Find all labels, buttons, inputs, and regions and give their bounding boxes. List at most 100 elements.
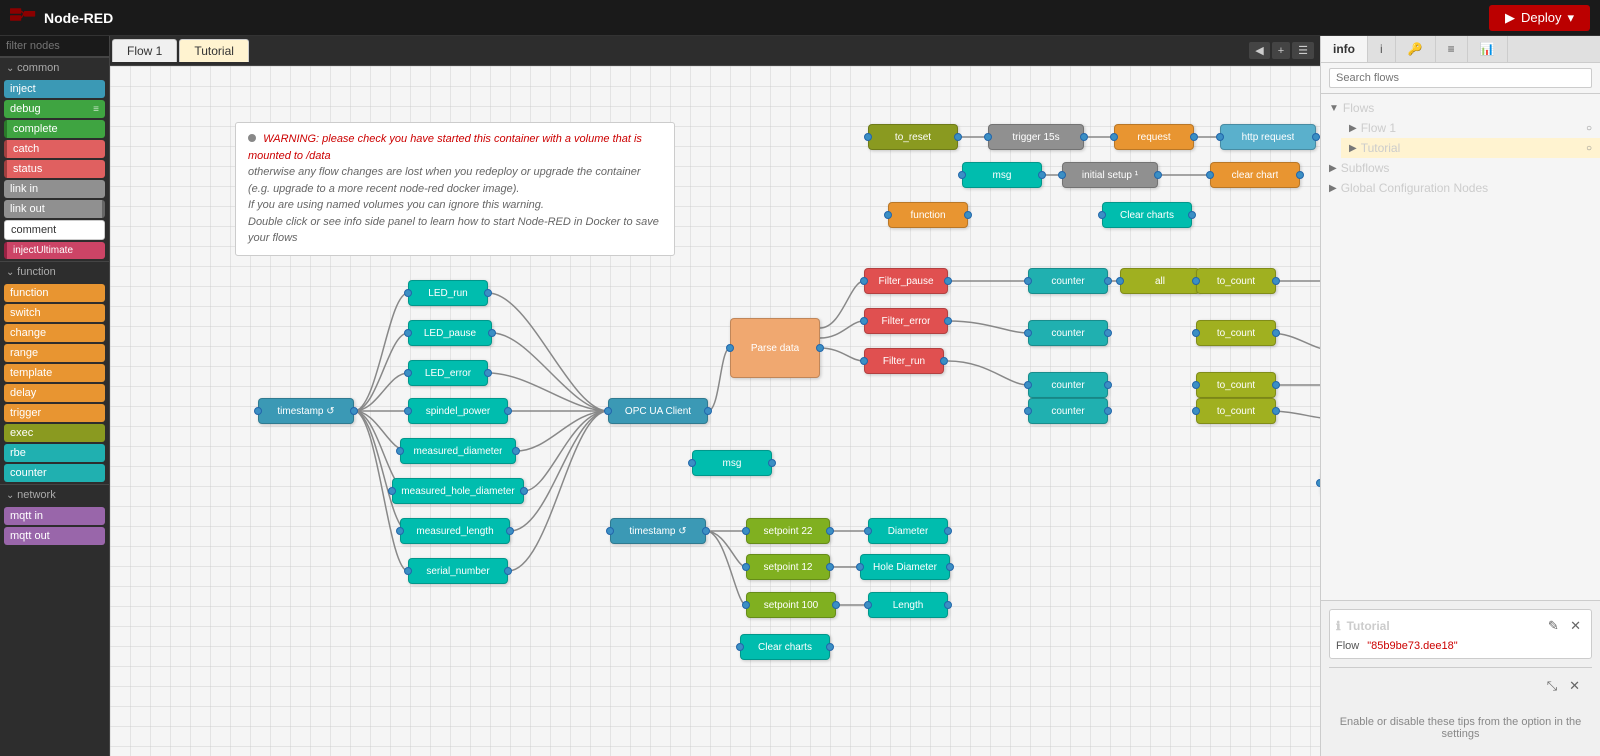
node-Diameter[interactable]: Diameter bbox=[868, 518, 948, 544]
mqtt-in-node[interactable]: mqtt in bbox=[4, 507, 105, 525]
port-output bbox=[944, 601, 952, 609]
edit-info-button[interactable]: ✎ bbox=[1544, 616, 1563, 636]
node-Filter_error[interactable]: Filter_error bbox=[864, 308, 948, 334]
tutorial-info: ℹ Tutorial ✎ ✕ Flow "85b9be73.dee18" bbox=[1329, 609, 1592, 659]
node-function1[interactable]: function bbox=[888, 202, 968, 228]
node-Hole_Diameter[interactable]: Hole Diameter bbox=[860, 554, 950, 580]
inject-node[interactable]: inject bbox=[4, 80, 105, 98]
trigger-node[interactable]: trigger bbox=[4, 404, 105, 422]
global-config-section[interactable]: ▶ Global Configuration Nodes bbox=[1321, 178, 1600, 198]
port-output bbox=[944, 317, 952, 325]
node-Filter_run[interactable]: Filter_run bbox=[864, 348, 944, 374]
comment-node[interactable]: comment bbox=[4, 220, 105, 240]
tutorial-item[interactable]: ▶ Tutorial ○ bbox=[1341, 138, 1600, 158]
node-to_count4[interactable]: to_count bbox=[1196, 398, 1276, 424]
counter-node[interactable]: counter bbox=[4, 464, 105, 482]
port-input bbox=[864, 527, 872, 535]
delay-node[interactable]: delay bbox=[4, 384, 105, 402]
node-serial_number[interactable]: serial_number bbox=[408, 558, 508, 584]
node-counter2[interactable]: counter bbox=[1028, 320, 1108, 346]
node-initial_setup[interactable]: initial setup ¹ bbox=[1062, 162, 1158, 188]
node-setpoint12[interactable]: setpoint 12 bbox=[746, 554, 830, 580]
port-output bbox=[946, 563, 954, 571]
node-setpoint22[interactable]: setpoint 22 bbox=[746, 518, 830, 544]
subflows-section[interactable]: ▶ Subflows bbox=[1321, 158, 1600, 178]
node-measured_length[interactable]: measured_length bbox=[400, 518, 510, 544]
template-node[interactable]: template bbox=[4, 364, 105, 382]
port-output bbox=[944, 277, 952, 285]
node-LED_error[interactable]: LED_error bbox=[408, 360, 488, 386]
node-to_reset[interactable]: to_reset bbox=[868, 124, 958, 150]
node-msg2[interactable]: msg bbox=[692, 450, 772, 476]
filter-nodes-input[interactable] bbox=[0, 36, 109, 57]
flow1-item[interactable]: ▶ Flow 1 ○ bbox=[1341, 118, 1600, 138]
tab-chart[interactable]: 📊 bbox=[1468, 36, 1508, 62]
tab-tutorial[interactable]: Tutorial bbox=[179, 39, 249, 62]
node-request[interactable]: request bbox=[1114, 124, 1194, 150]
node-msg1[interactable]: msg bbox=[962, 162, 1042, 188]
change-node[interactable]: change bbox=[4, 324, 105, 342]
menu-tab-button[interactable]: ☰ bbox=[1292, 42, 1314, 59]
search-flows-input[interactable] bbox=[1329, 68, 1592, 88]
node-to_count3[interactable]: to_count bbox=[1196, 372, 1276, 398]
node-opc_ua_client[interactable]: OPC UA Client bbox=[608, 398, 708, 424]
node-timestamp2[interactable]: timestamp ↺ bbox=[610, 518, 706, 544]
exec-node[interactable]: exec bbox=[4, 424, 105, 442]
port-output bbox=[944, 527, 952, 535]
flow-canvas[interactable]: WARNING: please check you have started t… bbox=[110, 66, 1320, 756]
link-out-node[interactable]: link out bbox=[4, 200, 105, 218]
port-input bbox=[1206, 171, 1214, 179]
port-input bbox=[1024, 381, 1032, 389]
close-info-button[interactable]: ✕ bbox=[1566, 616, 1585, 636]
port-input bbox=[396, 527, 404, 535]
node-to_count1[interactable]: to_count bbox=[1196, 268, 1276, 294]
node-counter3[interactable]: counter bbox=[1028, 372, 1108, 398]
port-output bbox=[350, 407, 358, 415]
node-parse_data[interactable]: Parse data bbox=[730, 318, 820, 378]
node-trigger15s[interactable]: trigger 15s bbox=[988, 124, 1084, 150]
complete-node[interactable]: complete bbox=[4, 120, 105, 138]
node-all1[interactable]: all bbox=[1120, 268, 1200, 294]
port-output bbox=[826, 527, 834, 535]
prev-tab-button[interactable]: ◀ bbox=[1249, 42, 1269, 59]
node-counter1[interactable]: counter bbox=[1028, 268, 1108, 294]
status-node[interactable]: status bbox=[4, 160, 105, 178]
node-to_count2[interactable]: to_count bbox=[1196, 320, 1276, 346]
node-timestamp1[interactable]: timestamp ↺ bbox=[258, 398, 354, 424]
tab-info[interactable]: info bbox=[1321, 36, 1368, 62]
close-tips-button[interactable]: ✕ bbox=[1565, 676, 1584, 696]
node-http_request[interactable]: http request bbox=[1220, 124, 1316, 150]
resize-tips-button[interactable]: ⤡ bbox=[1543, 676, 1561, 696]
node-counter4[interactable]: counter bbox=[1028, 398, 1108, 424]
node-measured_diameter[interactable]: measured_diameter bbox=[400, 438, 516, 464]
rbe-node[interactable]: rbe bbox=[4, 444, 105, 462]
switch-node[interactable]: switch bbox=[4, 304, 105, 322]
port-input bbox=[1024, 277, 1032, 285]
node-clear_charts2[interactable]: Clear charts bbox=[740, 634, 830, 660]
catch-node[interactable]: catch bbox=[4, 140, 105, 158]
node-LED_run[interactable]: LED_run bbox=[408, 280, 488, 306]
tab-i[interactable]: i bbox=[1368, 36, 1396, 62]
function-node[interactable]: function bbox=[4, 284, 105, 302]
right-panel: info i 🔑 ≡ 📊 ▼ Flows ▶ Flow 1 ○ ▶ bbox=[1320, 36, 1600, 756]
node-measured_hole_diameter[interactable]: measured_hole_diameter bbox=[392, 478, 524, 504]
tab-key[interactable]: 🔑 bbox=[1396, 36, 1436, 62]
mqtt-out-node[interactable]: mqtt out bbox=[4, 527, 105, 545]
flows-section[interactable]: ▼ Flows bbox=[1321, 98, 1600, 118]
node-spindel_power[interactable]: spindel_power bbox=[408, 398, 508, 424]
node-setpoint100[interactable]: setpoint 100 bbox=[746, 592, 836, 618]
node-Length[interactable]: Length bbox=[868, 592, 948, 618]
node-clear_chart[interactable]: clear chart bbox=[1210, 162, 1300, 188]
tab-flow1[interactable]: Flow 1 bbox=[112, 39, 177, 62]
add-tab-button[interactable]: + bbox=[1272, 42, 1290, 59]
deploy-button[interactable]: ▶ Deploy ▾ bbox=[1489, 5, 1590, 31]
node-LED_pause[interactable]: LED_pause bbox=[408, 320, 492, 346]
link-in-node[interactable]: link in bbox=[4, 180, 105, 198]
debug-node[interactable]: debug≡ bbox=[4, 100, 105, 118]
port-input bbox=[864, 133, 872, 141]
range-node[interactable]: range bbox=[4, 344, 105, 362]
tab-list[interactable]: ≡ bbox=[1436, 36, 1468, 62]
node-Filter_pause[interactable]: Filter_pause bbox=[864, 268, 948, 294]
node-clear_charts1[interactable]: Clear charts bbox=[1102, 202, 1192, 228]
inject-ultimate-node[interactable]: injectUltimate bbox=[4, 242, 105, 259]
